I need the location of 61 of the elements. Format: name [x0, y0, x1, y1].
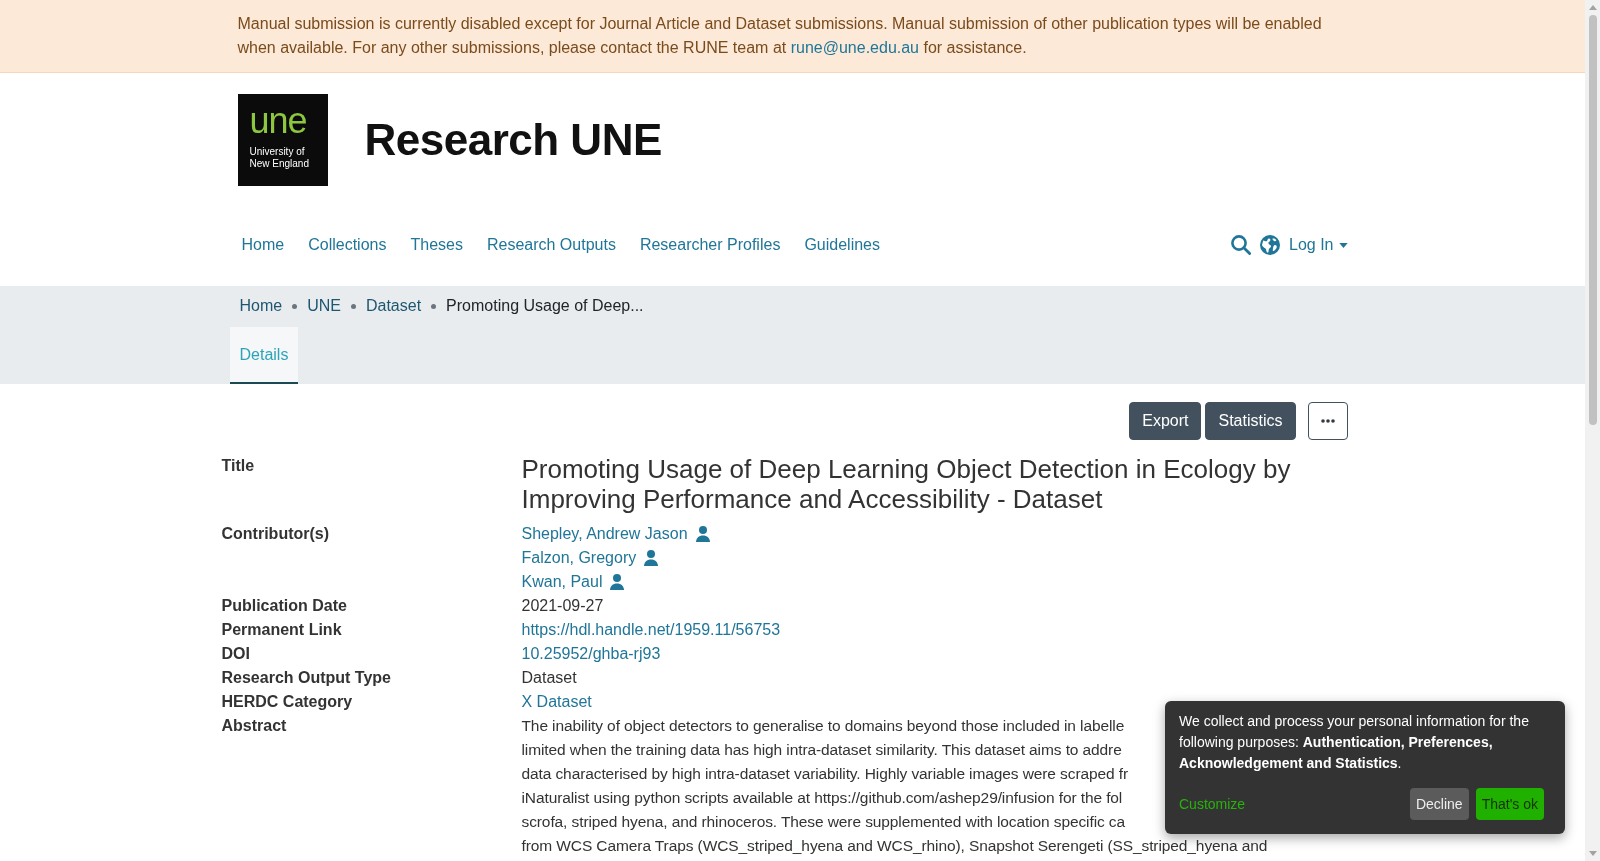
field-link[interactable]: 10.25952/ghba-rj93 [521, 645, 661, 662]
customize-link[interactable]: Customize [1179, 794, 1246, 814]
abstract-text: iNaturalist using python scripts available at https://github.com/ashep29/infusion for the fol [521, 788, 1123, 808]
tab[interactable]: Details [229, 327, 299, 384]
field-label: Contributor(s) [221, 524, 330, 544]
abstract-text: from WCS Camera Traps (WCS_striped_hyena and WCS_rhino), Snapshot Serengeti (SS_striped_hyena and [521, 836, 1268, 856]
nav-link[interactable]: Guidelines [804, 225, 880, 265]
nav-link[interactable]: Collections [308, 225, 387, 265]
notice-text: Manual submission is currently disabled except for Journal Article and Dataset submissions. Manual submission of other publication types will be enabled when available. For any other submissions, please contact the RUNE team at rune@une.edu.au for assistance. [237, 14, 1323, 58]
logo-wordmark: une [249, 106, 307, 136]
abstract-text: scrofa, striped hyena, and rhinoceros. These were supplemented with location specific ca [521, 812, 1125, 832]
person-icon[interactable] [695, 526, 710, 542]
nav-link[interactable]: Researcher Profiles [639, 225, 781, 265]
breadcrumb-link[interactable]: UNE [307, 294, 341, 318]
field-link[interactable]: X Dataset [521, 693, 592, 710]
separator-dot-icon [431, 303, 437, 309]
search-icon[interactable] [1231, 235, 1251, 255]
field-label: Publication Date [221, 596, 347, 616]
abstract-text: data characterised by high intra-dataset variability. Highly variable images were scraped fr [521, 764, 1128, 784]
field-value: 2021-09-27 [521, 597, 604, 614]
logo-subtitle: University of [249, 146, 305, 158]
action-button[interactable]: Statistics [1205, 402, 1296, 440]
field-label: Permanent Link [221, 620, 342, 640]
scrollbar[interactable] [1585, 0, 1600, 861]
contributor-link[interactable]: Shepley, Andrew Jason [521, 522, 688, 546]
person-icon[interactable] [644, 550, 659, 566]
item-title: Promoting Usage of Deep Learning Object Detection in Ecology by Improving Performance and Accessibility - Dataset [521, 454, 1292, 514]
breadcrumb-link[interactable]: Dataset [365, 294, 422, 318]
accept-button[interactable]: That's ok [1475, 788, 1544, 820]
field-value: Dataset [521, 669, 577, 686]
abstract-text: limited when the training data has high intra-dataset similarity. This dataset aims to addre [521, 740, 1122, 760]
nav-link[interactable]: Home [241, 225, 285, 265]
nav-link[interactable]: Research Outputs [486, 225, 616, 265]
abstract-text: The inability of object detectors to generalise to domains beyond those included in labelle [521, 716, 1125, 736]
breadcrumb-current: Promoting Usage of Deep... [446, 296, 644, 316]
field-label: DOI [221, 644, 250, 664]
contributor-link[interactable]: Falzon, Gregory [521, 546, 637, 570]
field-label: HERDC Category [221, 692, 353, 712]
nav-link[interactable]: Theses [410, 225, 463, 265]
globe-icon[interactable] [1260, 235, 1280, 255]
email-link[interactable]: rune@une.edu.au [790, 39, 919, 56]
caret-icon [1338, 242, 1348, 248]
university-logo[interactable]: une University of New England [237, 94, 328, 186]
more-icon [1320, 419, 1335, 423]
decline-button[interactable]: Decline [1409, 788, 1469, 820]
site-title: Research UNE [364, 114, 662, 166]
field-label: Title [221, 456, 255, 476]
separator-dot-icon [350, 303, 356, 309]
contributor-link[interactable]: Kwan, Paul [521, 570, 603, 594]
action-button[interactable]: Export [1129, 402, 1202, 440]
cookie-text: We collect and process your personal information for the following purposes: Authentication, Preferences, Acknowledgement and Statistics. [1179, 712, 1530, 773]
person-icon[interactable] [610, 574, 625, 590]
more-options-button[interactable] [1307, 402, 1348, 440]
separator-dot-icon [292, 303, 298, 309]
logo-subtitle: New England [249, 158, 309, 170]
field-label: Research Output Type [221, 668, 391, 688]
login-dropdown[interactable]: Log In [1289, 225, 1348, 265]
scrollbar-thumb[interactable] [1588, 15, 1597, 425]
field-label: Abstract [221, 716, 287, 736]
field-link[interactable]: https://hdl.handle.net/1959.11/56753 [521, 621, 781, 638]
breadcrumb-link[interactable]: Home [239, 294, 283, 318]
